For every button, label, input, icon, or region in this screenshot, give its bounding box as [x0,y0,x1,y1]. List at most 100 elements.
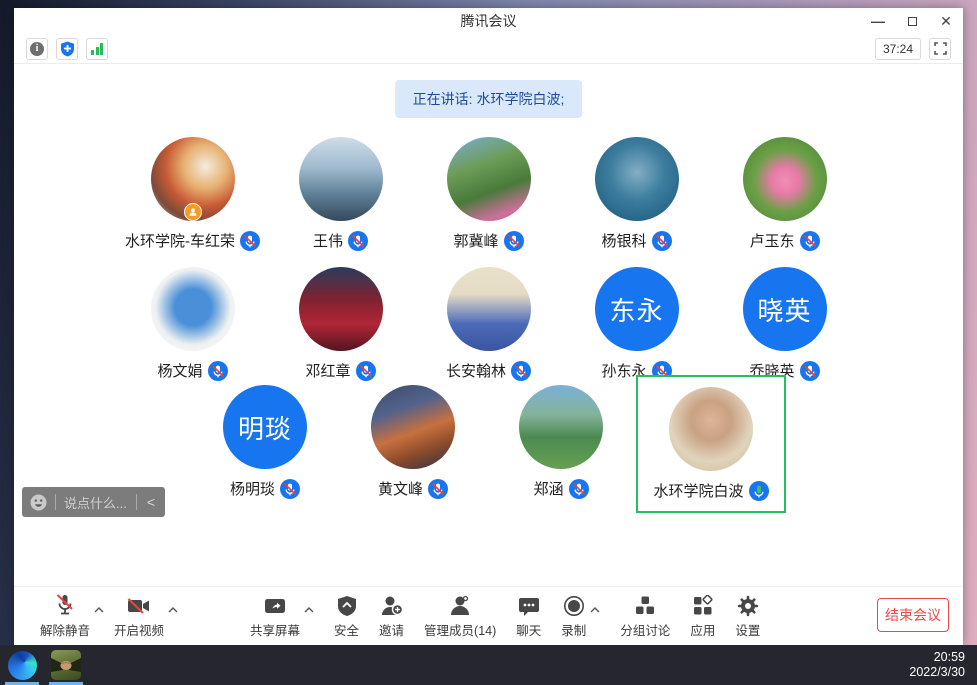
chat-quick-input[interactable]: 说点什么... < [22,487,165,517]
settings-gear-icon [737,593,759,617]
avatar-mountain-meadow [519,385,603,469]
mic-muted-icon [240,231,260,251]
mic-muted-icon [569,479,589,499]
fullscreen-icon[interactable] [929,38,951,60]
participant-name: 杨文娟 [157,360,202,381]
mic-options-chevron[interactable] [94,607,104,613]
clock-time: 20:59 [909,650,965,665]
minimize-button[interactable]: — [871,14,885,28]
avatar-initials: 晓英 [743,267,827,351]
avatar-rose-garden [447,137,531,221]
close-button[interactable]: ✕ [939,14,953,28]
avatar-red-building-night [299,267,383,351]
start-video-button[interactable]: 开启视频 [114,593,164,639]
mic-muted-icon [511,361,531,381]
maximize-button[interactable] [905,14,919,28]
participant-name: 杨明琰 [230,478,275,499]
meeting-timer: 37:24 [875,38,921,60]
participant-name: 黄文峰 [378,478,423,499]
members-icon [448,593,472,617]
titlebar: 腾讯会议 — ✕ [14,8,963,34]
avatar-scholar-cartoon [447,267,531,351]
record-circle-icon [563,593,585,617]
host-badge-icon [184,203,202,221]
mic-muted-icon [652,231,672,251]
camera-off-toolbar-icon [126,593,152,617]
participant-row-1: 水环学院-车红荣 王伟 [14,137,963,251]
participant-tile[interactable]: 明琰 杨明琰 [191,385,339,499]
participant-tile[interactable]: 东永 孙东永 [563,267,711,381]
share-options-chevron[interactable] [304,607,314,613]
participant-tile-active-speaker[interactable]: 水环学院白波 [636,375,786,513]
mic-muted-icon [800,231,820,251]
share-screen-icon [263,593,287,617]
mic-muted-icon [504,231,524,251]
participant-tile[interactable]: 杨银科 [563,137,711,251]
participant-name: 长安翰林 [446,360,506,381]
share-screen-button[interactable]: 共享屏幕 [250,593,300,639]
avatar-ship-night-scene [371,385,455,469]
security-shield-icon[interactable] [56,38,78,60]
taskbar-clock[interactable]: 20:59 2022/3/30 [909,650,977,680]
participant-tile[interactable]: 长安翰林 [415,267,563,381]
chat-placeholder[interactable]: 说点什么... [64,493,128,512]
avatar-webcam-portrait [669,387,753,471]
participant-tile[interactable]: 邓红章 [267,267,415,381]
speaking-banner: 正在讲话: 水环学院白波; [395,80,583,118]
avatar-man-by-sea [299,137,383,221]
video-options-chevron[interactable] [168,607,178,613]
participant-name: 郑涵 [533,478,563,499]
chat-collapse-icon[interactable]: < [145,494,157,510]
windows-taskbar: 20:59 2022/3/30 [0,645,977,685]
avatar-initials: 东永 [595,267,679,351]
record-button[interactable]: 录制 [561,593,586,639]
participant-name: 水环学院-车红荣 [125,230,235,251]
participant-tile[interactable]: 杨文娟 [119,267,267,381]
bottom-toolbar: 解除静音 开启视频 [14,586,963,645]
invite-person-plus-icon [380,593,404,617]
avatar-tiger-painting [151,137,235,221]
end-meeting-button[interactable]: 结束会议 [877,598,949,632]
avatar-robot-cartoon [151,267,235,351]
avatar-lotus-flower [743,137,827,221]
participant-tile[interactable]: 黄文峰 [339,385,487,499]
mic-muted-icon [800,361,820,381]
mic-muted-toolbar-icon [54,593,76,617]
handshake-app-icon[interactable] [44,645,88,685]
edge-browser-icon[interactable] [0,645,44,685]
security-toolbar-shield-icon [337,593,357,617]
mic-muted-icon [428,479,448,499]
avatar-initials: 明琰 [223,385,307,469]
participant-tile[interactable]: 卢玉东 [711,137,859,251]
security-button[interactable]: 安全 [334,593,359,639]
participant-tile[interactable]: 王伟 [267,137,415,251]
breakout-rooms-button[interactable]: 分组讨论 [620,593,670,639]
mic-muted-icon [208,361,228,381]
meeting-info-icon[interactable]: i [26,38,48,60]
mic-muted-icon [280,479,300,499]
unmute-button[interactable]: 解除静音 [40,593,90,639]
participant-row-2: 杨文娟 邓红章 [14,267,963,381]
emoji-icon[interactable] [30,494,47,511]
meeting-window: 腾讯会议 — ✕ i 37:24 [14,8,963,645]
record-options-chevron[interactable] [590,607,600,613]
participant-tile[interactable]: 郑涵 [487,385,635,499]
invite-button[interactable]: 邀请 [379,593,404,639]
participant-tile[interactable]: 水环学院-车红荣 [119,137,267,251]
network-signal-icon[interactable] [86,38,108,60]
participant-tile[interactable]: 郭冀峰 [415,137,563,251]
mic-muted-icon [356,361,376,381]
chat-button[interactable]: 聊天 [516,593,541,639]
avatar-shark-photo [595,137,679,221]
settings-button[interactable]: 设置 [735,593,760,639]
clock-date: 2022/3/30 [909,665,965,680]
participant-tile[interactable]: 晓英 乔晓英 [711,267,859,381]
window-title: 腾讯会议 [461,11,517,31]
participant-name: 卢玉东 [749,230,794,251]
participant-name: 水环学院白波 [653,480,743,501]
manage-members-button[interactable]: 管理成员(14) [424,593,496,639]
participant-name: 郭冀峰 [453,230,498,251]
chat-bubble-icon [518,593,540,617]
participant-name: 杨银科 [601,230,646,251]
apps-button[interactable]: 应用 [690,593,715,639]
